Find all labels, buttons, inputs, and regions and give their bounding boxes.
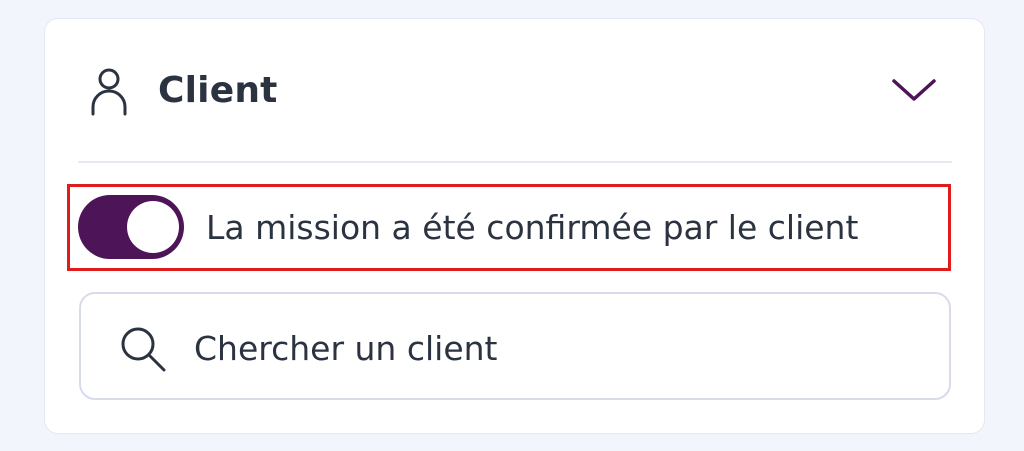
section-title: Client [158, 70, 278, 111]
client-card: Client La mission a été confirmée par le… [44, 18, 985, 434]
user-icon [91, 68, 127, 116]
chevron-down-icon[interactable] [890, 75, 938, 105]
toggle-knob [127, 201, 179, 253]
search-placeholder: Chercher un client [194, 329, 498, 368]
mission-confirmed-label: La mission a été confirmée par le client [206, 208, 859, 247]
divider [78, 161, 952, 163]
mission-confirmed-toggle[interactable] [78, 195, 184, 259]
client-section-header[interactable]: Client [45, 19, 984, 162]
search-icon [121, 327, 166, 372]
client-search-input[interactable]: Chercher un client [79, 292, 951, 400]
